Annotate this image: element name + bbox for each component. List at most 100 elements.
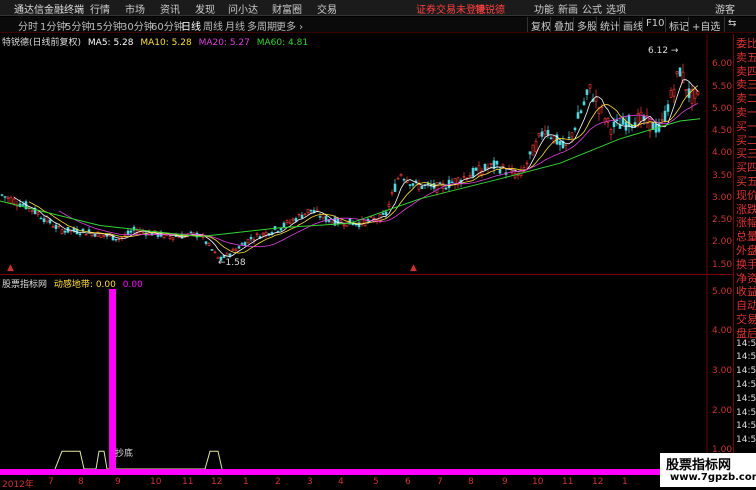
candle (63, 230, 67, 233)
menu-xinhua[interactable]: 新画 (558, 1, 578, 16)
date-tick: 8 (468, 477, 474, 487)
quote-field: 14:50 (736, 393, 756, 404)
candle (540, 131, 544, 137)
tab-more[interactable]: 更多 › (276, 18, 303, 33)
tab-daily[interactable]: 日线 (181, 18, 201, 33)
indicator-tick: 5.00 (712, 286, 733, 297)
indicator-tick: 4.00 (712, 326, 733, 337)
candle (285, 220, 289, 223)
tab-multi-period[interactable]: 多周期 (247, 18, 277, 33)
tab-1min[interactable]: 1分钟 (40, 18, 66, 33)
quote-field: 14:50 (736, 366, 756, 377)
app-title: 通达信金融终端 (14, 5, 84, 16)
candle (6, 196, 10, 200)
candle (483, 163, 487, 171)
candle (210, 249, 214, 251)
add-watchlist-button[interactable]: +自选 (688, 17, 723, 33)
candle (246, 239, 250, 244)
date-tick: 7 (437, 477, 443, 487)
tab-30min[interactable]: 30分钟 (121, 18, 154, 33)
price-tick: 5.50 (712, 81, 733, 92)
tab-weekly[interactable]: 周线 (203, 18, 223, 33)
candle (573, 127, 577, 131)
candle (450, 181, 454, 184)
indicator-chart[interactable] (0, 275, 733, 475)
watermark: 股票指标网 www.7gpzb.com (660, 453, 756, 487)
candle (3, 196, 7, 198)
menu-hangqing[interactable]: 行情 (90, 1, 110, 16)
candle (93, 233, 97, 237)
candle (444, 187, 448, 190)
candle (495, 161, 499, 165)
candle (402, 179, 406, 181)
candle (261, 232, 265, 236)
tab-monthly[interactable]: 月线 (225, 18, 245, 33)
tab-60min[interactable]: 60分钟 (151, 18, 184, 33)
user-guest[interactable]: 游客 (715, 1, 735, 16)
quote-field: 14:50 (736, 338, 756, 349)
candle (78, 233, 82, 236)
candle (42, 218, 46, 223)
candle (117, 238, 121, 241)
candle (384, 211, 388, 216)
quote-field: 14:50 (736, 407, 756, 418)
candle (297, 213, 301, 216)
candle (321, 213, 325, 219)
candle (276, 230, 280, 233)
date-tick: 11 (562, 477, 574, 487)
menu-xuanxiang[interactable]: 选项 (606, 1, 626, 16)
menu-caifuquan[interactable]: 财富圈 (272, 1, 302, 16)
candles (0, 63, 700, 263)
candle (447, 179, 451, 188)
candle (393, 183, 397, 192)
candle (582, 101, 586, 105)
candle (576, 112, 580, 119)
candle (534, 141, 538, 152)
candle (213, 251, 217, 254)
menu-zixun[interactable]: 资讯 (160, 1, 180, 16)
tab-5min[interactable]: 5分钟 (65, 18, 91, 33)
candle (255, 233, 259, 236)
candle (639, 111, 643, 122)
candle (207, 242, 211, 246)
kline-chart[interactable] (0, 34, 733, 274)
candle (627, 114, 631, 127)
candle (300, 214, 304, 219)
candle (564, 144, 568, 146)
ma5-line (13, 79, 699, 258)
tab-fenshi[interactable]: 分时 (18, 18, 38, 33)
signal-bar (109, 288, 116, 471)
date-tick: 7 (48, 477, 54, 487)
menu-gongshi[interactable]: 公式 (582, 1, 602, 16)
switch-icon[interactable]: ⇆ (724, 17, 739, 32)
price-tick: 4.00 (712, 148, 733, 159)
price-tick: 4.50 (712, 126, 733, 137)
period-tab-bar: 分时 1分钟 5分钟 15分钟 30分钟 60分钟 日线 周线 月线 多周期 更… (0, 17, 756, 33)
candle (543, 130, 547, 135)
menu-gongneng[interactable]: 功能 (534, 1, 554, 16)
candle (435, 182, 439, 193)
candle (390, 192, 394, 194)
menu-jiaoyi[interactable]: 交易 (317, 1, 337, 16)
candle (381, 212, 385, 215)
price-tick: 5.00 (712, 103, 733, 114)
candle (558, 141, 562, 145)
f10-button[interactable]: F10 (642, 17, 667, 32)
date-tick: 5 (373, 477, 379, 487)
menu-faxian[interactable]: 发现 (195, 1, 215, 16)
menu-wenxiaoda[interactable]: 问小达 (228, 1, 258, 16)
menu-shichang[interactable]: 市场 (125, 1, 145, 16)
xmark-2: ▲ (410, 263, 417, 273)
candle (51, 226, 55, 228)
candle (249, 237, 253, 240)
price-tick: 1.50 (712, 259, 733, 270)
candle (168, 236, 172, 239)
price-tick: 2.00 (712, 237, 733, 248)
tab-15min[interactable]: 15分钟 (90, 18, 123, 33)
candle (171, 237, 175, 240)
candle (54, 224, 58, 229)
quote-field: 14:50 (736, 435, 756, 446)
candle (39, 217, 43, 220)
date-tick: 8 (78, 477, 84, 487)
candle (420, 185, 424, 189)
